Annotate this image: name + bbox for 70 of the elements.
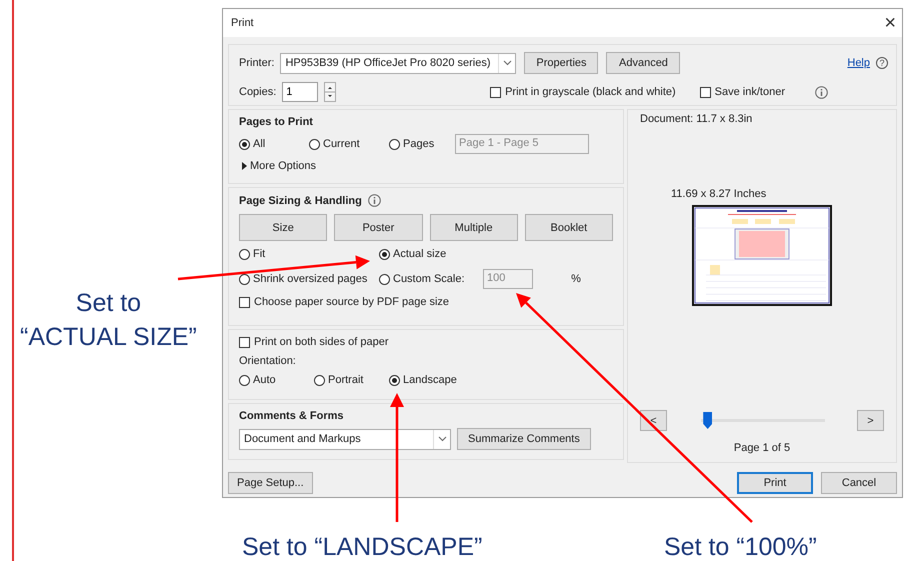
section-heading: Pages to Print xyxy=(239,116,314,128)
section-heading: Page Sizing & Handling xyxy=(239,194,362,206)
page-number-label: Page 1 of 5 xyxy=(734,442,790,454)
radio-button[interactable] xyxy=(239,138,250,150)
checkbox-label: Choose paper source by PDF page size xyxy=(254,296,450,308)
window-title: Print xyxy=(231,17,254,29)
printer-dropdown[interactable]: HP953B39 (HP OfficeJet Pro 8020 series) xyxy=(280,52,516,74)
chevron-down-icon xyxy=(502,60,512,66)
previous-page-button[interactable]: < xyxy=(640,410,667,431)
help-icon[interactable]: ? xyxy=(876,57,888,69)
printer-value: HP953B39 (HP OfficeJet Pro 8020 series) xyxy=(285,57,490,69)
cancel-button[interactable]: Cancel xyxy=(821,472,897,494)
copies-field[interactable]: 1 xyxy=(282,82,318,102)
mode-button[interactable]: Poster xyxy=(334,214,422,241)
next-page-button[interactable]: > xyxy=(857,410,884,431)
radio-label: Pages xyxy=(403,138,434,150)
annotation-text: Set to “100%” xyxy=(664,532,817,561)
checkbox[interactable] xyxy=(700,86,711,98)
radio-button[interactable] xyxy=(239,374,250,386)
document-size-label: Document: 11.7 x 8.3in xyxy=(640,113,754,125)
spinner[interactable] xyxy=(324,82,336,102)
radio-label: Shrink oversized pages xyxy=(253,273,368,285)
radio-label: All xyxy=(253,138,266,150)
info-icon xyxy=(368,194,381,207)
printer-label: Printer: xyxy=(239,57,274,69)
print-button[interactable]: Print xyxy=(737,472,813,494)
copies-label: Copies: xyxy=(239,86,276,98)
slider-thumb[interactable] xyxy=(703,412,712,429)
section-heading: Comments & Forms xyxy=(239,410,345,422)
checkbox-label: Print in grayscale (black and white) xyxy=(505,86,676,98)
percent-label: % xyxy=(571,273,582,285)
radio-button[interactable] xyxy=(379,274,390,284)
checkbox-label: Save ink/toner xyxy=(714,86,785,98)
annotation-text: Set to “LANDSCAPE” xyxy=(242,532,482,561)
annotation-text: Set to “ACTUAL SIZE” xyxy=(20,288,197,353)
comments-value: Document and Markups xyxy=(244,433,361,445)
radio-label: Custom Scale: xyxy=(393,273,465,285)
expand-triangle-icon[interactable] xyxy=(242,162,247,170)
chevron-down-icon xyxy=(438,436,446,442)
radio-label: Actual size xyxy=(393,248,446,260)
radio-button[interactable] xyxy=(314,374,325,386)
radio-button[interactable] xyxy=(379,248,390,260)
printer-button[interactable]: Properties xyxy=(524,52,598,74)
mode-button[interactable]: Multiple xyxy=(430,214,518,241)
checkbox[interactable] xyxy=(490,86,502,98)
radio-label: Fit xyxy=(253,248,266,260)
radio-label: Auto xyxy=(253,374,276,386)
radio-button[interactable] xyxy=(309,138,320,150)
radio-button[interactable] xyxy=(239,248,250,260)
info-icon xyxy=(815,86,828,98)
page-setup-button[interactable]: Page Setup... xyxy=(228,472,313,494)
checkbox-label: Print on both sides of paper xyxy=(254,336,389,348)
mode-button[interactable]: Size xyxy=(239,214,328,241)
radio-label: Current xyxy=(323,138,360,150)
radio-button[interactable] xyxy=(389,374,400,386)
orientation-label: Orientation: xyxy=(239,355,297,367)
radio-label: Portrait xyxy=(328,374,364,386)
radio-label: Landscape xyxy=(403,374,457,386)
summarize-comments-button[interactable]: Summarize Comments xyxy=(457,428,591,450)
radio-button[interactable] xyxy=(389,138,400,150)
help-link[interactable]: Help xyxy=(847,57,870,69)
printer-button[interactable]: Advanced xyxy=(606,52,680,74)
comments-dropdown[interactable]: Document and Markups xyxy=(239,428,451,450)
close-button[interactable]: × xyxy=(884,13,896,33)
mode-button[interactable]: Booklet xyxy=(524,214,613,241)
checkbox[interactable] xyxy=(239,336,250,348)
radio-button[interactable] xyxy=(239,274,250,284)
more-options-toggle[interactable]: More Options xyxy=(242,160,613,172)
checkbox[interactable] xyxy=(239,296,250,308)
page-size-label: 11.69 x 8.27 Inches xyxy=(671,188,768,200)
